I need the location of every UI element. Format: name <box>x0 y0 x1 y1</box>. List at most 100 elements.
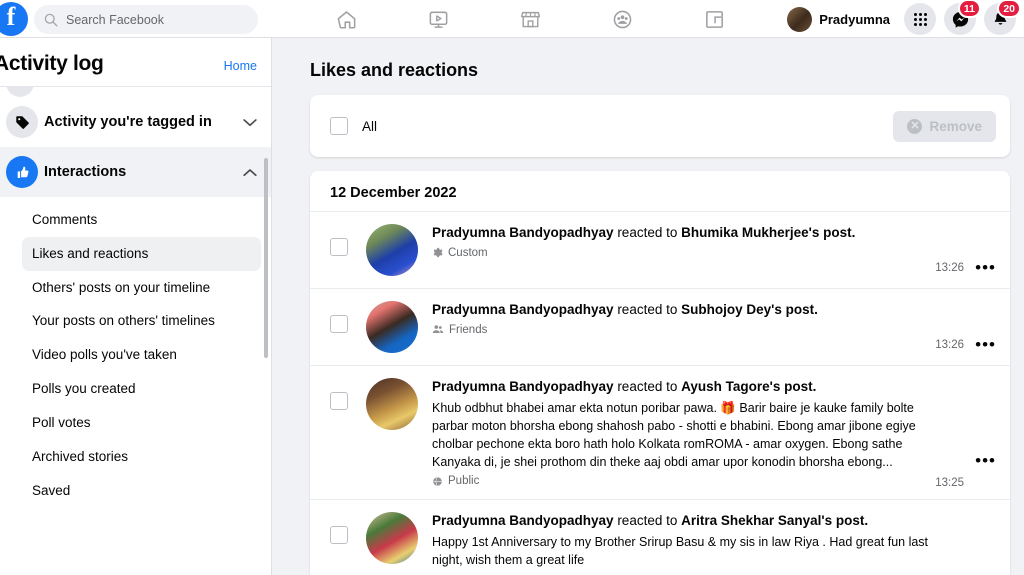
select-all-checkbox[interactable] <box>330 117 348 135</box>
nav-marketplace-button[interactable] <box>508 4 552 34</box>
sidebar-item-saved[interactable]: Saved <box>22 474 261 508</box>
sidebar-section-label: Activity you're tagged in <box>44 114 243 130</box>
gaming-icon <box>703 8 726 31</box>
clipped-section-icon <box>6 87 34 97</box>
more-options-icon[interactable]: ••• <box>975 452 996 469</box>
entry-body: Pradyumna Bandyopadhyay reacted to Bhumi… <box>432 224 996 259</box>
entry-action: reacted to <box>614 513 682 528</box>
entry-target[interactable]: Bhumika Mukherjee's post. <box>681 225 855 240</box>
remove-button[interactable]: ✕ Remove <box>893 111 996 142</box>
entry-target[interactable]: Ayush Tagore's post. <box>681 379 816 394</box>
entry-snippet: Happy 1st Anniversary to my Brother Srir… <box>432 533 938 569</box>
sidebar-item-video-polls-youve-taken[interactable]: Video polls you've taken <box>22 338 261 372</box>
entry-target[interactable]: Subhojoy Dey's post. <box>681 302 818 317</box>
activity-entry: Pradyumna Bandyopadhyay reacted to Ayush… <box>310 365 1010 499</box>
gear-icon <box>432 247 443 258</box>
x-circle-icon: ✕ <box>907 119 922 134</box>
page-title: Activity log <box>0 52 104 76</box>
select-all-label: All <box>362 119 893 134</box>
sidebar-header: Activity log Home <box>0 38 271 87</box>
date-header: 12 December 2022 <box>310 185 1010 211</box>
search-placeholder: Search Facebook <box>66 13 164 27</box>
entry-action: reacted to <box>614 302 682 317</box>
home-link[interactable]: Home <box>224 59 257 73</box>
more-options-icon[interactable]: ••• <box>975 336 996 353</box>
select-all-bar: All ✕ Remove <box>310 95 1010 157</box>
entry-avatar <box>366 224 418 276</box>
avatar <box>787 7 812 32</box>
profile-name: Pradyumna <box>819 12 890 27</box>
facebook-logo[interactable]: f <box>0 2 28 36</box>
search-icon <box>44 13 58 27</box>
search-input[interactable]: Search Facebook <box>34 5 258 34</box>
sidebar-section-activity-tagged[interactable]: Activity you're tagged in <box>0 97 271 147</box>
entry-privacy-label: Public <box>448 475 479 487</box>
entry-title: Pradyumna Bandyopadhyay reacted to Subho… <box>432 301 938 320</box>
sidebar-clipped-section <box>0 87 271 97</box>
profile-button[interactable]: Pradyumna <box>787 7 890 32</box>
entry-body: Pradyumna Bandyopadhyay reacted to Subho… <box>432 301 996 336</box>
entry-avatar <box>366 301 418 353</box>
sidebar-item-comments[interactable]: Comments <box>22 203 261 237</box>
nav-watch-button[interactable] <box>416 4 460 34</box>
entry-timestamp: 13:25 <box>935 477 964 489</box>
content-title: Likes and reactions <box>272 38 1024 95</box>
entry-actor: Pradyumna Bandyopadhyay <box>432 379 614 394</box>
sidebar-item-others-posts-on-your-timeline[interactable]: Others' posts on your timeline <box>22 271 261 305</box>
sidebar-item-your-posts-on-others-timelines[interactable]: Your posts on others' timelines <box>22 304 261 338</box>
sidebar-item-polls-you-created[interactable]: Polls you created <box>22 372 261 406</box>
tag-icon <box>6 106 38 138</box>
friends-icon <box>432 324 444 335</box>
entry-timestamp: 13:26 <box>935 339 964 351</box>
grid-menu-icon <box>914 13 927 26</box>
entry-checkbox[interactable] <box>330 392 348 410</box>
sidebar-item-poll-votes[interactable]: Poll votes <box>22 406 261 440</box>
entry-snippet: Khub odbhut bhabei amar ekta notun porib… <box>432 399 938 472</box>
menu-grid-button[interactable] <box>904 3 936 35</box>
entry-action: reacted to <box>614 225 682 240</box>
entry-checkbox[interactable] <box>330 315 348 333</box>
sidebar-sub-items: Comments Likes and reactions Others' pos… <box>0 197 271 507</box>
entry-checkbox[interactable] <box>330 238 348 256</box>
topbar-right-controls: Pradyumna 11 20 <box>787 0 1024 38</box>
entry-checkbox[interactable] <box>330 526 348 544</box>
activity-entry: Pradyumna Bandyopadhyay reacted to Aritr… <box>310 499 1010 575</box>
entry-avatar <box>366 512 418 564</box>
nav-home-button[interactable] <box>324 4 368 34</box>
top-navigation-bar: f Search Facebook <box>0 0 1024 38</box>
sidebar-section-interactions[interactable]: Interactions <box>0 147 271 197</box>
entry-target[interactable]: Aritra Shekhar Sanyal's post. <box>681 513 868 528</box>
nav-groups-button[interactable] <box>600 4 644 34</box>
home-icon <box>335 8 358 31</box>
more-options-icon[interactable]: ••• <box>975 259 996 276</box>
sidebar-item-archived-stories[interactable]: Archived stories <box>22 440 261 474</box>
entry-title: Pradyumna Bandyopadhyay reacted to Ayush… <box>432 378 938 397</box>
main-navigation <box>300 0 760 38</box>
entry-privacy-label: Custom <box>448 247 488 259</box>
sidebar-scrollbar[interactable] <box>264 158 268 358</box>
thumbs-up-icon <box>6 156 38 188</box>
entry-action: reacted to <box>614 379 682 394</box>
entry-body: Pradyumna Bandyopadhyay reacted to Ayush… <box>432 378 996 487</box>
entry-privacy: Friends <box>432 324 938 336</box>
watch-icon <box>427 8 450 31</box>
sidebar: Activity log Home Activity you're tagged… <box>0 38 272 575</box>
messenger-button[interactable]: 11 <box>944 3 976 35</box>
nav-gaming-button[interactable] <box>692 4 736 34</box>
entry-actor: Pradyumna Bandyopadhyay <box>432 302 614 317</box>
entry-actor: Pradyumna Bandyopadhyay <box>432 513 614 528</box>
entry-avatar <box>366 378 418 430</box>
entry-privacy-label: Friends <box>449 324 487 336</box>
globe-icon <box>432 476 443 487</box>
activity-entry: Pradyumna Bandyopadhyay reacted to Bhumi… <box>310 211 1010 288</box>
sidebar-item-likes-and-reactions[interactable]: Likes and reactions <box>22 237 261 271</box>
entry-title: Pradyumna Bandyopadhyay reacted to Aritr… <box>432 512 938 531</box>
chevron-down-icon <box>243 118 257 127</box>
entry-actor: Pradyumna Bandyopadhyay <box>432 225 614 240</box>
select-all-card: All ✕ Remove <box>310 95 1010 157</box>
entry-privacy: Custom <box>432 247 938 259</box>
chevron-up-icon <box>243 168 257 177</box>
messenger-badge: 11 <box>958 0 981 18</box>
entry-timestamp: 13:26 <box>935 262 964 274</box>
notifications-button[interactable]: 20 <box>984 3 1016 35</box>
